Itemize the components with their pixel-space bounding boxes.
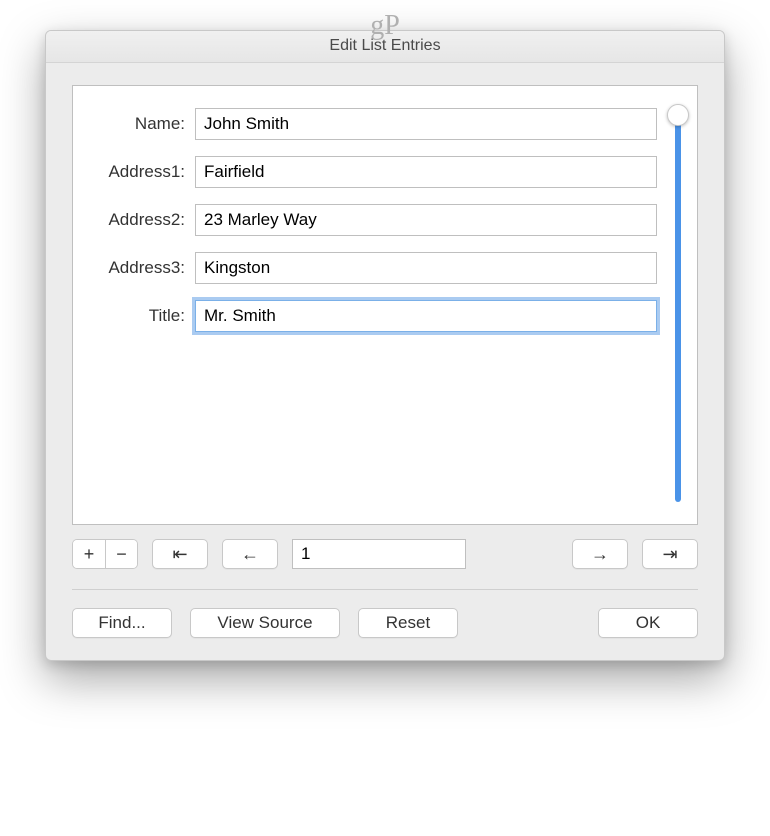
field-row-name: Name: [83,108,657,140]
nav-bar: + − ⇤ ← → ⇥ [72,539,698,569]
input-title[interactable] [195,300,657,332]
add-record-button[interactable]: + [73,540,105,568]
minus-icon: − [116,545,127,563]
next-icon: → [591,545,609,563]
find-button-label: Find... [84,613,159,633]
find-button[interactable]: Find... [72,608,172,638]
reset-button-label: Reset [372,613,444,633]
prev-record-button[interactable]: ← [222,539,278,569]
input-address1[interactable] [195,156,657,188]
record-slider[interactable] [675,108,681,502]
add-remove-group: + − [72,539,138,569]
view-source-button-label: View Source [203,613,326,633]
input-address3[interactable] [195,252,657,284]
form-panel: Name: Address1: Address2: Address3: Titl… [72,85,698,525]
dialog-content: Name: Address1: Address2: Address3: Titl… [46,63,724,660]
divider [72,589,698,590]
field-row-address2: Address2: [83,204,657,236]
label-address3: Address3: [83,258,195,278]
label-address1: Address1: [83,162,195,182]
label-name: Name: [83,114,195,134]
record-number-input[interactable] [292,539,466,569]
edit-list-entries-dialog: Edit List Entries Name: Address1: Addres… [45,30,725,661]
field-row-title: Title: [83,300,657,332]
first-record-button[interactable]: ⇤ [152,539,208,569]
label-title: Title: [83,306,195,326]
prev-icon: ← [241,545,259,563]
field-row-address1: Address1: [83,156,657,188]
reset-button[interactable]: Reset [358,608,458,638]
field-row-address3: Address3: [83,252,657,284]
input-address2[interactable] [195,204,657,236]
dialog-title: Edit List Entries [46,31,724,63]
last-record-button[interactable]: ⇥ [642,539,698,569]
last-icon: ⇥ [662,545,677,563]
record-slider-thumb[interactable] [667,104,689,126]
ok-button[interactable]: OK [598,608,698,638]
plus-icon: + [84,545,95,563]
footer-buttons: Find... View Source Reset OK [72,608,698,638]
view-source-button[interactable]: View Source [190,608,340,638]
label-address2: Address2: [83,210,195,230]
input-name[interactable] [195,108,657,140]
first-icon: ⇤ [172,545,187,563]
next-record-button[interactable]: → [572,539,628,569]
remove-record-button[interactable]: − [105,540,137,568]
ok-button-label: OK [622,613,675,633]
